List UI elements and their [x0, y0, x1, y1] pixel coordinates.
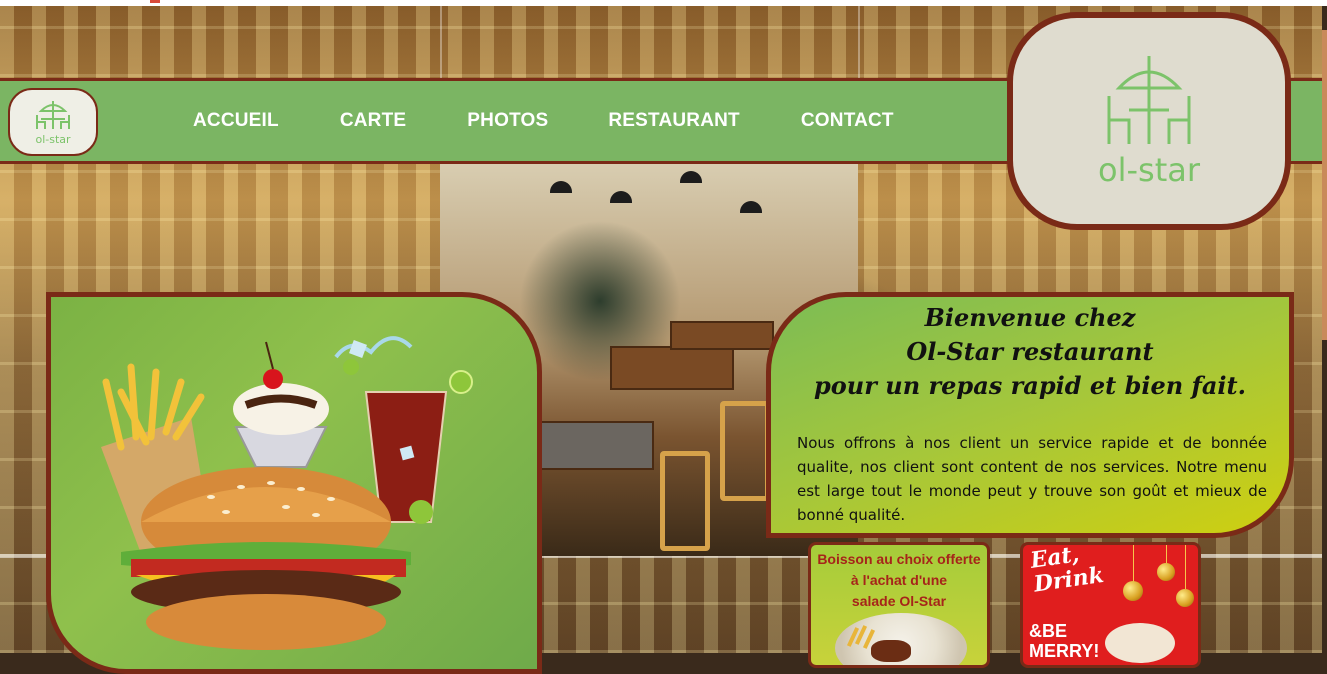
welcome-title-line: pour un repas rapid et bien fait. — [814, 371, 1246, 400]
food-plate-image — [1105, 623, 1175, 663]
promo-text-line: à l'achat d'une — [850, 572, 948, 588]
hero-logo-text: ol-star — [1098, 151, 1201, 189]
welcome-title-line: Bienvenue chez — [924, 303, 1136, 332]
ornament-string — [1185, 545, 1186, 589]
nav-link-carte[interactable]: CARTE — [340, 110, 406, 132]
dining-table — [670, 321, 774, 350]
bg-seam — [440, 6, 442, 78]
nav-link-restaurant[interactable]: RESTAURANT — [608, 110, 739, 132]
nav-link-accueil[interactable]: ACCUEIL — [193, 110, 279, 132]
nav-logo[interactable]: ol-star — [8, 88, 98, 156]
top-strip-accent — [150, 0, 160, 3]
ornament-string — [1166, 545, 1167, 565]
promo-text-line: &BE — [1029, 621, 1068, 641]
burger-image — [121, 467, 411, 650]
welcome-card: Bienvenue chez Ol-Star restaurant pour u… — [766, 292, 1294, 538]
dining-table — [540, 421, 654, 470]
nav-menu: ACCUEIL CARTE PHOTOS RESTAURANT CONTACT — [193, 81, 894, 161]
ornament-icon — [1157, 563, 1175, 581]
promo-text-line: MERRY! — [1029, 641, 1100, 661]
promo-text-line: Boisson au choix offerte — [817, 551, 981, 567]
scrollbar[interactable] — [1322, 30, 1327, 340]
burger-fries-sundae-drink-image — [101, 336, 473, 650]
dining-table — [610, 346, 734, 390]
food-showcase-card — [46, 292, 542, 674]
promo-card-holiday[interactable]: Eat, Drink &BE MERRY! — [1020, 542, 1201, 668]
umbrella-table-chairs-icon: ol-star — [35, 101, 71, 146]
welcome-description: Nous offrons à nos client un service rap… — [797, 434, 1267, 524]
nav-link-contact[interactable]: CONTACT — [801, 110, 894, 132]
bg-seam — [858, 6, 860, 78]
nav-link-photos[interactable]: PHOTOS — [467, 110, 548, 132]
pendant-lamp — [550, 181, 572, 193]
promo-text: Boisson au choix offerte à l'achat d'une… — [811, 549, 987, 612]
pendant-lamp — [680, 171, 702, 183]
welcome-title-line: Ol-Star restaurant — [906, 337, 1154, 366]
promo-card-free-drink[interactable]: Boisson au choix offerte à l'achat d'une… — [808, 542, 990, 668]
chair — [720, 401, 770, 501]
welcome-title: Bienvenue chez Ol-Star restaurant pour u… — [771, 301, 1289, 403]
umbrella-table-chairs-icon: ol-star — [1098, 56, 1201, 189]
promo-text-line: salade Ol-Star — [851, 593, 947, 609]
pendant-lamp — [740, 201, 762, 213]
logo-text: ol-star — [35, 133, 71, 146]
pendant-lamp — [610, 191, 632, 203]
hero-logo: ol-star — [1007, 12, 1291, 230]
steak-image — [871, 640, 911, 662]
promo-holiday-text-2: &BE MERRY! — [1029, 621, 1099, 661]
ornament-string — [1133, 545, 1134, 583]
chair — [660, 451, 710, 551]
ornament-icon — [1123, 581, 1143, 601]
ornament-icon — [1176, 589, 1194, 607]
promo-holiday-text: Eat, Drink — [1029, 545, 1125, 598]
